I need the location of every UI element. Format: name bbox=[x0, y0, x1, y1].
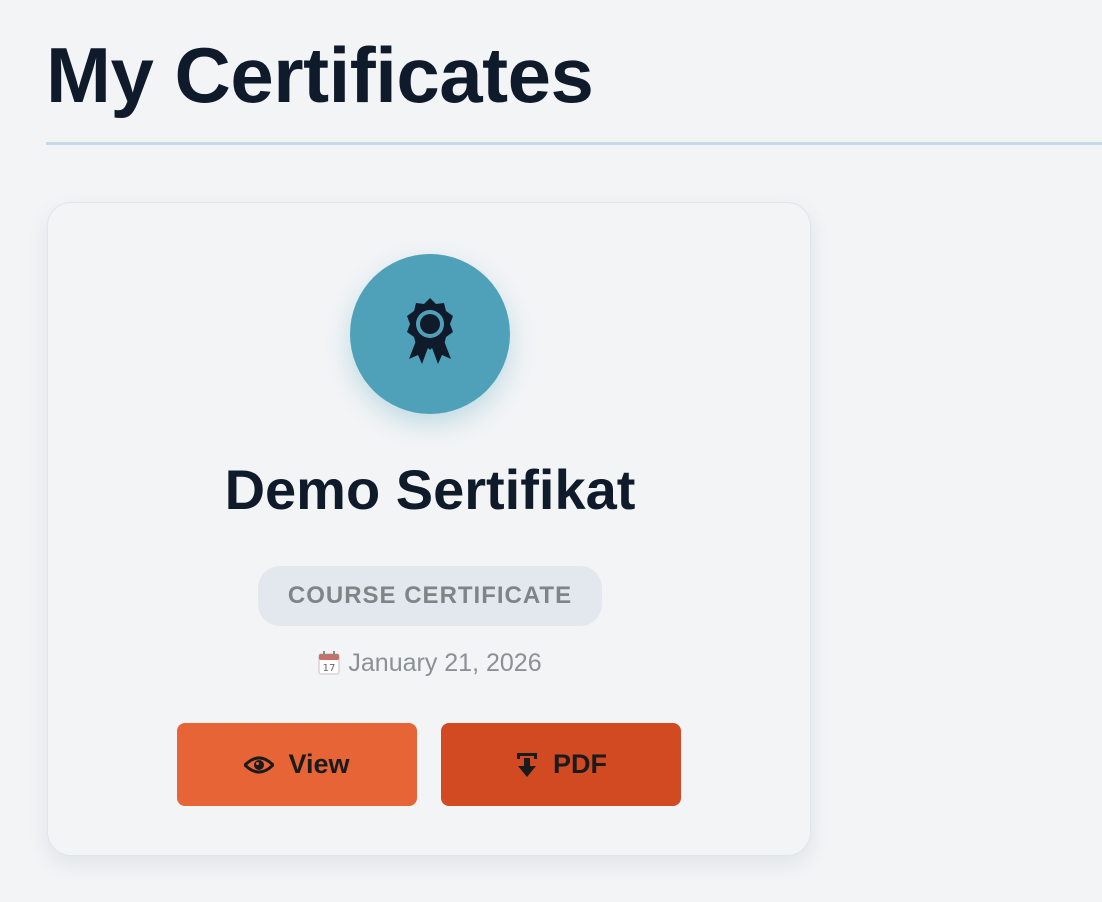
svg-text:17: 17 bbox=[323, 663, 336, 674]
download-icon bbox=[515, 751, 539, 779]
certificate-date: 17 January 21, 2026 bbox=[48, 645, 812, 681]
view-certificate-button[interactable]: View bbox=[177, 723, 417, 806]
certificate-type-badge: COURSE CERTIFICATE bbox=[258, 566, 602, 626]
certificate-card: Demo Sertifikat COURSE CERTIFICATE 17 Ja… bbox=[47, 202, 811, 856]
view-button-label: View bbox=[288, 749, 350, 779]
eye-icon bbox=[244, 754, 275, 776]
award-ribbon-icon bbox=[401, 296, 459, 373]
page-header: My Certificates bbox=[46, 0, 1102, 145]
certificate-title: Demo Sertifikat bbox=[224, 458, 636, 521]
page-title: My Certificates bbox=[46, 31, 594, 119]
certificate-icon-badge bbox=[350, 254, 510, 414]
pdf-button-label: PDF bbox=[553, 749, 607, 779]
calendar-icon: 17 bbox=[318, 651, 340, 675]
certificate-date-text: January 21, 2026 bbox=[348, 648, 542, 677]
download-pdf-button[interactable]: PDF bbox=[441, 723, 681, 806]
